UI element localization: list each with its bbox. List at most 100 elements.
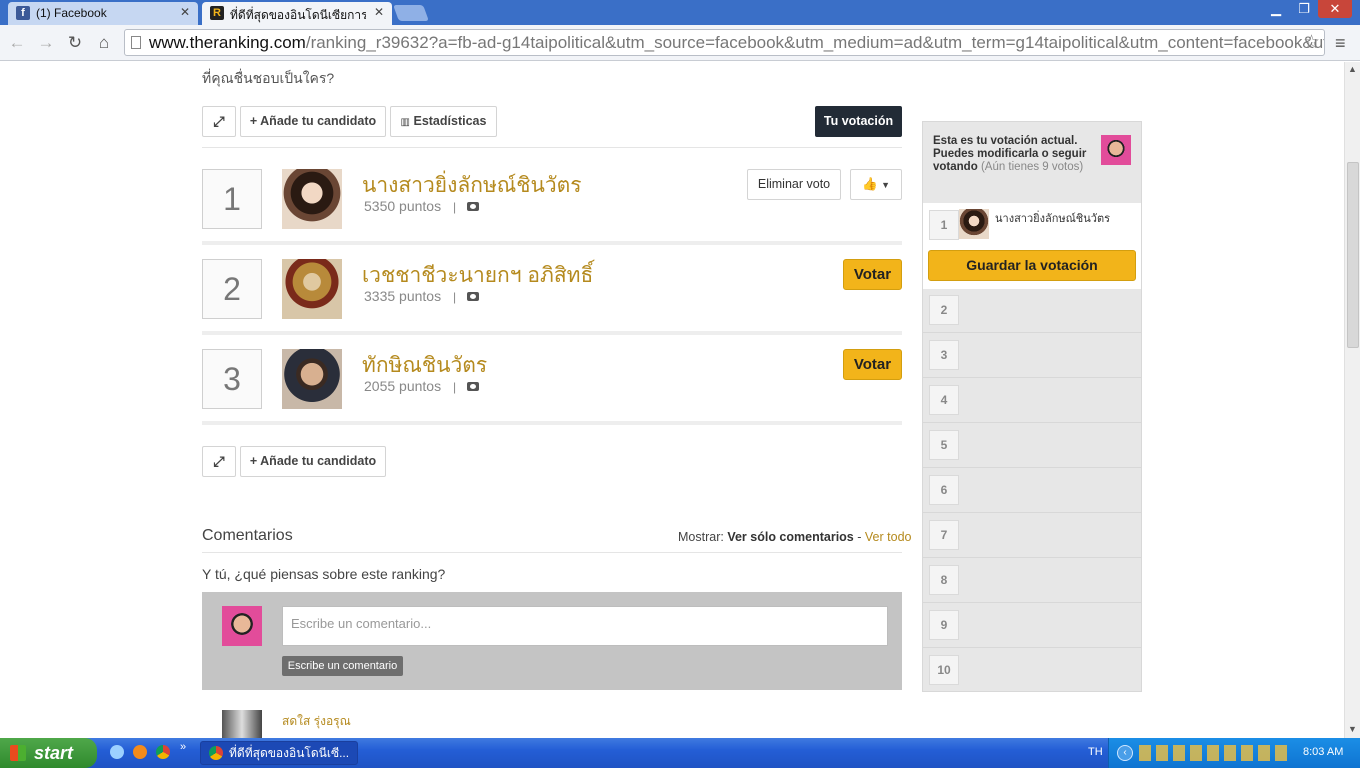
vote-slot[interactable]: 8 bbox=[923, 558, 1141, 603]
show-label: Mostrar: bbox=[678, 530, 724, 544]
save-vote-button[interactable]: Guardar la votación bbox=[928, 250, 1136, 281]
close-window-button[interactable]: ✕ bbox=[1318, 0, 1352, 18]
separator: | bbox=[453, 290, 457, 304]
facebook-favicon-icon: f bbox=[16, 6, 30, 20]
divider bbox=[202, 552, 902, 553]
scroll-up-arrow-icon[interactable]: ▲ bbox=[1348, 64, 1357, 74]
tray-expand-icon[interactable]: ‹ bbox=[1117, 745, 1133, 761]
statistics-button[interactable]: ▥ Estadísticas bbox=[390, 106, 497, 137]
expand-icon: ⤢ bbox=[213, 113, 225, 129]
add-candidate-button[interactable]: + Añade tu candidato bbox=[240, 446, 386, 477]
new-tab-button[interactable] bbox=[393, 5, 429, 21]
slot-number: 3 bbox=[929, 340, 959, 370]
close-tab-icon[interactable]: ✕ bbox=[374, 5, 384, 19]
vote-slot[interactable]: 9 bbox=[923, 603, 1141, 648]
bookmark-star-icon[interactable]: ☆ bbox=[1303, 30, 1320, 55]
tab-label: ที่ดีที่สุดของอินโดนีเซียการเมื bbox=[230, 8, 366, 22]
entry-name[interactable]: นางสาวยิ่งลักษณ์ชินวัตร bbox=[995, 209, 1110, 227]
expand-button[interactable]: ⤢ bbox=[202, 446, 236, 477]
avatar bbox=[222, 606, 262, 646]
separator: | bbox=[453, 200, 457, 214]
vertical-scrollbar[interactable]: ▲ ▼ bbox=[1344, 62, 1360, 738]
candidate-points: 5350 puntos bbox=[364, 198, 442, 214]
quicklaunch-icon[interactable] bbox=[110, 745, 124, 759]
minimize-button[interactable]: ▁ bbox=[1262, 0, 1290, 18]
page-content: ที่คุณชื่นชอบเป็นใคร? ⤢ + Añade tu candi… bbox=[0, 62, 1344, 738]
windows-logo-icon bbox=[10, 745, 26, 761]
your-vote-button[interactable]: Tu votación bbox=[815, 106, 902, 137]
row-divider bbox=[202, 241, 902, 245]
address-bar[interactable]: www.theranking.com/ranking_r39632?a=fb-a… bbox=[124, 29, 1325, 56]
comments-title: Comentarios bbox=[202, 527, 293, 544]
language-indicator[interactable]: TH bbox=[1088, 746, 1103, 758]
restore-button[interactable]: ❐ bbox=[1290, 0, 1318, 18]
taskbar-window-button[interactable]: ที่ดีที่สุดของอินโดนีเซี... bbox=[200, 741, 358, 765]
vote-slot[interactable]: 5 bbox=[923, 423, 1141, 468]
back-button[interactable]: ← bbox=[5, 31, 29, 55]
show-only-comments-link[interactable]: Ver sólo comentarios bbox=[727, 530, 853, 544]
vote-slot[interactable]: 7 bbox=[923, 513, 1141, 558]
forward-button[interactable]: → bbox=[34, 31, 58, 55]
comment-input[interactable]: Escribe un comentario... bbox=[282, 606, 888, 646]
chart-icon: ▥ bbox=[400, 117, 410, 128]
divider bbox=[202, 147, 902, 148]
page-icon bbox=[131, 36, 141, 49]
candidate-photo[interactable] bbox=[282, 349, 342, 409]
tab-theranking[interactable]: R ที่ดีที่สุดของอินโดนีเซียการเมื ✕ bbox=[202, 2, 392, 25]
vote-entry: 1 นางสาวยิ่งลักษณ์ชินวัตร Guardar la vot… bbox=[923, 203, 1141, 289]
taskbar: start » ที่ดีที่สุดของอินโดนีเซี... TH ‹… bbox=[0, 738, 1360, 768]
vote-slot[interactable]: 3 bbox=[923, 333, 1141, 378]
vote-button[interactable]: Votar bbox=[843, 259, 902, 290]
vote-slot[interactable]: 6 bbox=[923, 468, 1141, 513]
close-tab-icon[interactable]: ✕ bbox=[180, 5, 190, 19]
browser-tab-bar: f (1) Facebook ✕ R ที่ดีที่สุดของอินโดนี… bbox=[0, 0, 1360, 25]
home-button[interactable]: ⌂ bbox=[92, 31, 116, 55]
scrollbar-thumb[interactable] bbox=[1347, 162, 1359, 348]
rank-number: 2 bbox=[202, 259, 262, 319]
camera-icon[interactable] bbox=[467, 382, 479, 391]
statistics-label: Estadísticas bbox=[413, 114, 487, 128]
candidate-photo[interactable] bbox=[282, 259, 342, 319]
remove-vote-button[interactable]: Eliminar voto bbox=[747, 169, 841, 200]
row-divider bbox=[202, 331, 902, 335]
clock[interactable]: 8:03 AM bbox=[1303, 746, 1343, 758]
vote-panel: Esta es tu votación actual. Puedes modif… bbox=[922, 121, 1142, 692]
thumbs-up-icon: 👍 bbox=[862, 177, 878, 191]
separator: | bbox=[453, 380, 457, 394]
candidate-points: 2055 puntos bbox=[364, 378, 442, 394]
chrome-icon[interactable] bbox=[156, 745, 170, 759]
url-host: www.theranking.com bbox=[149, 33, 306, 52]
slot-number: 6 bbox=[929, 475, 959, 505]
camera-icon[interactable] bbox=[467, 292, 479, 301]
like-dropdown-button[interactable]: 👍 ▼ bbox=[850, 169, 902, 200]
commenter-name[interactable]: สดใส รุ่งอรุณ bbox=[282, 712, 351, 731]
chevron-down-icon: ▼ bbox=[881, 180, 890, 190]
reload-button[interactable]: ↻ bbox=[63, 31, 87, 55]
tab-label: (1) Facebook bbox=[36, 6, 107, 20]
votes-remaining: (Aún tienes 9 votos) bbox=[980, 161, 1084, 173]
slot-number: 4 bbox=[929, 385, 959, 415]
slot-number: 1 bbox=[929, 210, 959, 240]
vote-slot[interactable]: 4 bbox=[923, 378, 1141, 423]
slot-number: 10 bbox=[929, 655, 959, 685]
candidate-photo[interactable] bbox=[282, 169, 342, 229]
vote-button[interactable]: Votar bbox=[843, 349, 902, 380]
comment-form: Escribe un comentario... Escribe un come… bbox=[202, 592, 902, 690]
slot-number: 2 bbox=[929, 295, 959, 325]
start-button[interactable]: start bbox=[0, 738, 97, 768]
tray-icons[interactable] bbox=[1139, 745, 1289, 761]
camera-icon[interactable] bbox=[467, 202, 479, 211]
quicklaunch-icon[interactable] bbox=[133, 745, 147, 759]
expand-button[interactable]: ⤢ bbox=[202, 106, 236, 137]
show-all-link[interactable]: Ver todo bbox=[865, 530, 912, 544]
entry-photo bbox=[959, 209, 989, 239]
vote-slot[interactable]: 10 bbox=[923, 648, 1141, 693]
tab-facebook[interactable]: f (1) Facebook ✕ bbox=[8, 2, 198, 25]
chevron-right-icon[interactable]: » bbox=[180, 741, 186, 753]
post-comment-button[interactable]: Escribe un comentario bbox=[282, 656, 403, 676]
vote-slot[interactable]: 2 bbox=[923, 288, 1141, 333]
menu-icon[interactable]: ≡ bbox=[1335, 33, 1346, 54]
slot-number: 8 bbox=[929, 565, 959, 595]
scroll-down-arrow-icon[interactable]: ▼ bbox=[1348, 724, 1357, 734]
add-candidate-button[interactable]: + Añade tu candidato bbox=[240, 106, 386, 137]
